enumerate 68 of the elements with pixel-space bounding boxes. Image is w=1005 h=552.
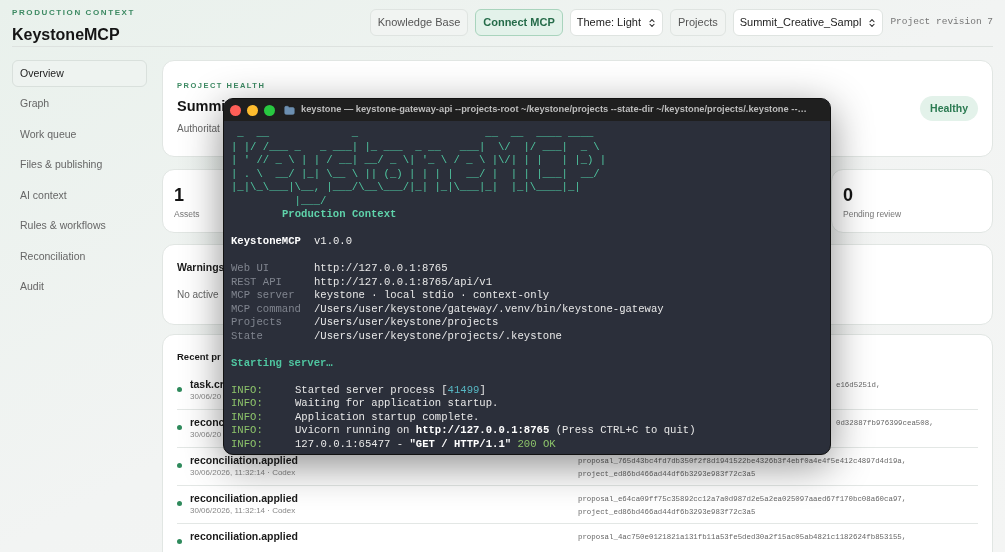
info-value: http://127.0.0.1:8765/api/v1 [314, 275, 492, 289]
app-version: v1.0.0 [313, 235, 353, 249]
event-title: reconciliation.applied [190, 529, 298, 544]
sidebar-item[interactable]: Work queue [12, 121, 147, 148]
folder-icon [284, 104, 295, 116]
info-key: MCP server [231, 289, 314, 303]
connect-button[interactable]: Connect MCP [475, 9, 563, 36]
info-value: /Users/user/keystone/projects/.keystone [314, 329, 562, 343]
select-dropdown[interactable]: Summit_Creative_Sampl [732, 9, 884, 36]
sidebar-item[interactable]: Graph [12, 90, 147, 118]
card-title: Warnings [177, 260, 225, 275]
metric-value: 0 [843, 184, 853, 206]
info-value: keystone · local stdio · context-only [314, 289, 550, 303]
info-key: State [231, 329, 314, 343]
log-level: INFO: [231, 424, 264, 438]
event-meta: 30/06/2026, 11:32:14 · Codex [190, 467, 296, 480]
info-key: REST API [231, 275, 314, 289]
log-message: 127.0.0.1:65477 - "GET / HTTP/1.1" 200 OK [295, 437, 556, 451]
log-message: Started server process [41499] [295, 383, 486, 397]
log-level: INFO: [231, 410, 264, 424]
info-value: http://127.0.0.1:8765 [314, 262, 448, 276]
event-meta: 30/06/2026, 11:32:14 · Codex [190, 505, 296, 518]
select-dropdown[interactable]: Theme: Light [569, 9, 663, 36]
ascii-art-text: _ __ _ __ __ ____ ____ | |/ /___ _ _ ___| |_ ___ _ __ ___| \/ |/ ___| _ \ | ' // _ \ | | / __| __/ _ \| '_ \ / _ \ |\/| | | | |_) | | . \ __/ |_| \__ \ || (_) | | | | __/ | | | |___| __/ |_|\_\___|\__, |___/\__\___/|_| |_|\___|_| |_|\____|_| |___/ [231, 127, 607, 208]
banner-tagline: Production Context [282, 208, 397, 222]
metric-value: 1 [174, 184, 184, 206]
close-icon[interactable] [230, 104, 241, 116]
info-key: Projects [231, 316, 314, 330]
log-message: Application startup complete. [295, 410, 480, 424]
log-message: Uvicorn running on http://127.0.0.1:8765 (Press CTRL+C to quit) [295, 424, 696, 438]
sidebar-item[interactable]: Audit [12, 273, 147, 301]
card-title: Recent pr [177, 350, 221, 364]
event-title: task.cr [190, 377, 224, 392]
app-title: KeystoneMCP [12, 25, 120, 45]
status-line: Starting server… [231, 356, 333, 370]
terminal-title: keystone — keystone-gateway-api --projects-root ~/keystone/projects --state-dir ~/keystone/projects/.keystone --… [301, 103, 807, 117]
log-level: INFO: [231, 397, 264, 411]
log-level: INFO: [231, 437, 264, 451]
health-badge: Healthy [920, 96, 978, 121]
toolbar-button[interactable]: Projects [669, 9, 726, 36]
sidebar-item[interactable]: Rules & workflows [12, 212, 147, 240]
toolbar-button[interactable]: Knowledge Base [369, 9, 469, 36]
event-title: reconciliation.applied [190, 453, 298, 468]
app-name: KeystoneMCP [231, 235, 301, 249]
metric-label: Pending review [843, 208, 902, 221]
sidebar-item[interactable]: Overview [12, 60, 147, 87]
event-meta: 30/06/20 [190, 391, 222, 404]
log-message: Waiting for application startup. [295, 397, 499, 411]
event-title: reconciliation.applied [190, 491, 298, 506]
revision-label: Project revision 7 [890, 15, 993, 30]
eyebrow-label: PRODUCTION CONTEXT [12, 7, 136, 19]
log-level: INFO: [231, 383, 264, 397]
event-meta: 30/06/20 [190, 429, 222, 442]
info-value: /Users/user/keystone/projects [314, 316, 499, 330]
chevron-icon [646, 17, 657, 28]
metric-label: Assets [174, 208, 200, 221]
info-key: Web UI [231, 262, 314, 276]
sidebar-item[interactable]: AI context [12, 182, 147, 209]
info-key: MCP command [231, 302, 314, 316]
maximize-icon[interactable] [264, 104, 275, 116]
info-value: /Users/user/keystone/gateway/.venv/bin/keystone-gateway [314, 302, 664, 316]
empty-message: No active [177, 287, 219, 302]
chevron-icon [867, 17, 878, 28]
sidebar-item[interactable]: Files & publishing [12, 151, 147, 179]
event-title: reconc [190, 415, 225, 430]
sidebar-item[interactable]: Reconciliation [12, 243, 147, 270]
project-description: Authoritat [177, 122, 220, 136]
minimize-icon[interactable] [247, 104, 258, 116]
